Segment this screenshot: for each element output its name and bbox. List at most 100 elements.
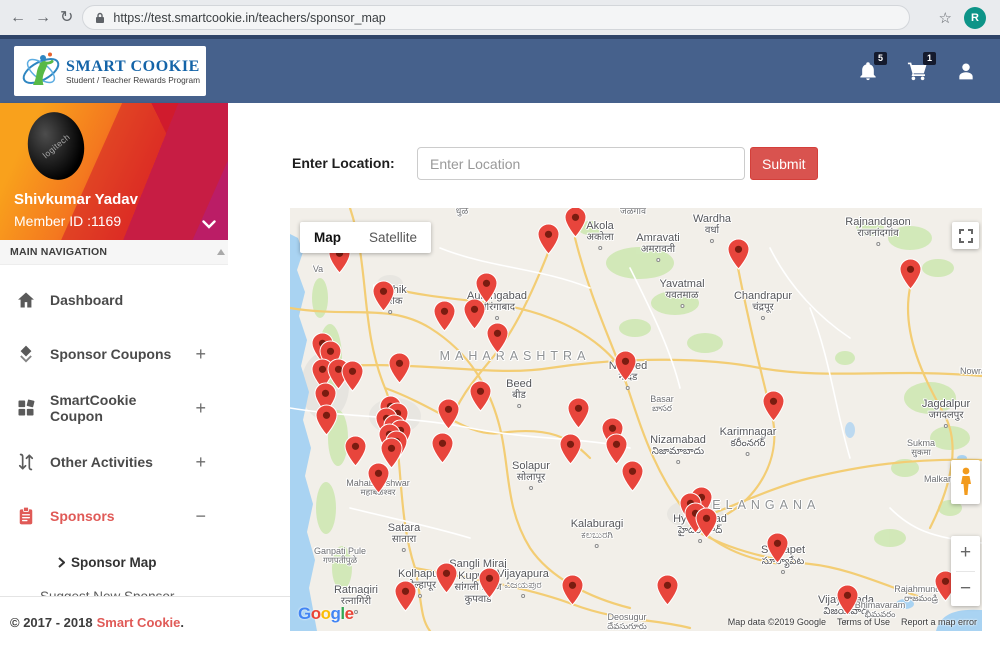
map-markers	[290, 208, 982, 631]
map-marker-pin[interactable]	[727, 238, 750, 270]
url-text: https://test.smartcookie.in/teachers/spo…	[113, 11, 385, 25]
map-type-satellite-button[interactable]: Satellite	[355, 222, 431, 253]
fullscreen-button[interactable]	[952, 222, 979, 249]
map-marker-pin[interactable]	[344, 435, 367, 467]
sidebar-item-label: Other Activities	[50, 454, 153, 470]
forward-icon[interactable]: →	[35, 10, 51, 26]
grid-icon	[16, 398, 36, 418]
sidebar-item-smartcookie-coupon[interactable]: SmartCookie Coupon +	[0, 381, 228, 435]
brand-name: SMART COOKIE	[66, 58, 200, 75]
sponsor-map[interactable]: MAHARASHTRATELANGANAAkolaअकोलाAmravatiअम…	[290, 208, 982, 631]
map-marker-pin[interactable]	[388, 352, 411, 384]
map-marker-pin[interactable]	[614, 350, 637, 382]
sidebar-item-label: Sponsors	[50, 508, 115, 524]
sidebar-item-other-activities[interactable]: Other Activities +	[0, 435, 228, 489]
sidebar-item-sponsors[interactable]: Sponsors −	[0, 489, 228, 543]
map-marker-pin[interactable]	[564, 208, 587, 238]
layers-icon	[16, 344, 36, 364]
map-marker-pin[interactable]	[621, 460, 644, 492]
address-bar[interactable]: https://test.smartcookie.in/teachers/spo…	[82, 5, 910, 30]
sidebar-item-dashboard[interactable]: Dashboard	[0, 273, 228, 327]
map-marker-pin[interactable]	[537, 223, 560, 255]
main-content: Enter Location: Submit	[228, 103, 1000, 648]
footer: © 2017 - 2018 Smart Cookie .	[0, 596, 290, 648]
map-marker-pin[interactable]	[478, 567, 501, 599]
terms-of-use-link[interactable]: Terms of Use	[837, 617, 890, 627]
enter-location-label: Enter Location:	[292, 155, 395, 171]
map-marker-pin[interactable]	[372, 280, 395, 312]
zoom-in-button[interactable]: +	[951, 536, 980, 571]
google-logo[interactable]: Google	[298, 604, 354, 624]
sidebar-item-sponsor-coupons[interactable]: Sponsor Coupons +	[0, 327, 228, 381]
sidebar-subitem-sponsor-map[interactable]: Sponsor Map	[0, 543, 228, 581]
map-marker-pin[interactable]	[836, 584, 859, 616]
map-marker-pin[interactable]	[762, 390, 785, 422]
browser-profile-avatar[interactable]: R	[964, 7, 986, 29]
chevron-down-icon[interactable]	[202, 216, 216, 234]
map-marker-pin[interactable]	[463, 298, 486, 330]
browser-toolbar: ← → ↻ https://test.smartcookie.in/teache…	[0, 0, 1000, 35]
map-marker-pin[interactable]	[567, 397, 590, 429]
map-marker-pin[interactable]	[367, 462, 390, 494]
sidebar-item-label: Sponsor Coupons	[50, 346, 171, 362]
reload-icon[interactable]: ↻	[60, 10, 73, 26]
map-marker-pin[interactable]	[561, 574, 584, 606]
footer-brand: Smart Cookie	[97, 615, 181, 630]
map-marker-pin[interactable]	[656, 574, 679, 606]
cart-count-badge: 1	[923, 52, 936, 65]
swap-icon	[16, 452, 36, 472]
map-type-map-button[interactable]: Map	[300, 222, 355, 253]
map-data-credit: Map data ©2019 Google	[728, 617, 826, 627]
map-marker-pin[interactable]	[486, 322, 509, 354]
map-marker-pin[interactable]	[341, 360, 364, 392]
map-marker-pin[interactable]	[766, 532, 789, 564]
map-marker-pin[interactable]	[433, 300, 456, 332]
footer-copyright: © 2017 - 2018	[10, 615, 93, 630]
sidebar-item-label: Dashboard	[50, 292, 123, 308]
brand-tagline: Student / Teacher Rewards Program	[66, 75, 200, 85]
user-icon[interactable]	[956, 60, 978, 82]
profile-member-id: Member ID :1169	[14, 213, 121, 229]
brand-logo[interactable]: SMART COOKIE Student / Teacher Rewards P…	[14, 46, 206, 96]
map-marker-pin[interactable]	[559, 433, 582, 465]
expand-toggle[interactable]: +	[195, 398, 206, 419]
map-marker-pin[interactable]	[899, 258, 922, 290]
profile-avatar[interactable]: logitech	[23, 108, 90, 185]
location-input[interactable]	[417, 147, 745, 180]
map-marker-pin[interactable]	[315, 404, 338, 436]
map-marker-pin[interactable]	[469, 380, 492, 412]
back-icon[interactable]: ←	[10, 10, 26, 26]
expand-toggle[interactable]: +	[195, 344, 206, 365]
app-header: SMART COOKIE Student / Teacher Rewards P…	[0, 39, 1000, 103]
map-marker-pin[interactable]	[394, 580, 417, 612]
map-marker-pin[interactable]	[695, 507, 718, 539]
notifications-bell-icon[interactable]: 5	[858, 60, 880, 82]
cart-icon[interactable]: 1	[907, 60, 929, 82]
nav-heading: MAIN NAVIGATION	[0, 240, 228, 265]
notifications-count-badge: 5	[874, 52, 887, 65]
zoom-control: + −	[951, 536, 980, 606]
bookmark-star-icon[interactable]: ☆	[939, 9, 952, 27]
smartcookie-logo-icon	[19, 49, 63, 93]
map-marker-pin[interactable]	[431, 432, 454, 464]
clipboard-icon	[16, 506, 36, 526]
submit-button[interactable]: Submit	[750, 147, 818, 180]
profile-panel: logitech Shivkumar Yadav Member ID :1169	[0, 103, 228, 240]
sidebar-scroll-up-arrow[interactable]	[217, 249, 225, 255]
lock-icon	[95, 12, 105, 24]
map-marker-pin[interactable]	[437, 398, 460, 430]
report-map-error-link[interactable]: Report a map error	[901, 617, 977, 627]
expand-toggle[interactable]: +	[195, 452, 206, 473]
home-icon	[16, 290, 36, 310]
profile-name: Shivkumar Yadav	[14, 191, 138, 208]
chevron-right-icon	[58, 557, 65, 568]
pegman-street-view[interactable]	[951, 460, 980, 504]
zoom-out-button[interactable]: −	[951, 572, 980, 607]
map-type-control: MapSatellite	[300, 222, 431, 253]
expand-toggle[interactable]: −	[195, 506, 206, 527]
map-marker-pin[interactable]	[435, 562, 458, 594]
nav-list: DashboardSponsor Coupons+SmartCookie Cou…	[0, 265, 228, 611]
map-attribution: Map data ©2019 Google Terms of Use Report …	[728, 617, 977, 627]
sidebar-item-label: SmartCookie Coupon	[50, 392, 181, 424]
sidebar: logitech Shivkumar Yadav Member ID :1169…	[0, 103, 228, 648]
